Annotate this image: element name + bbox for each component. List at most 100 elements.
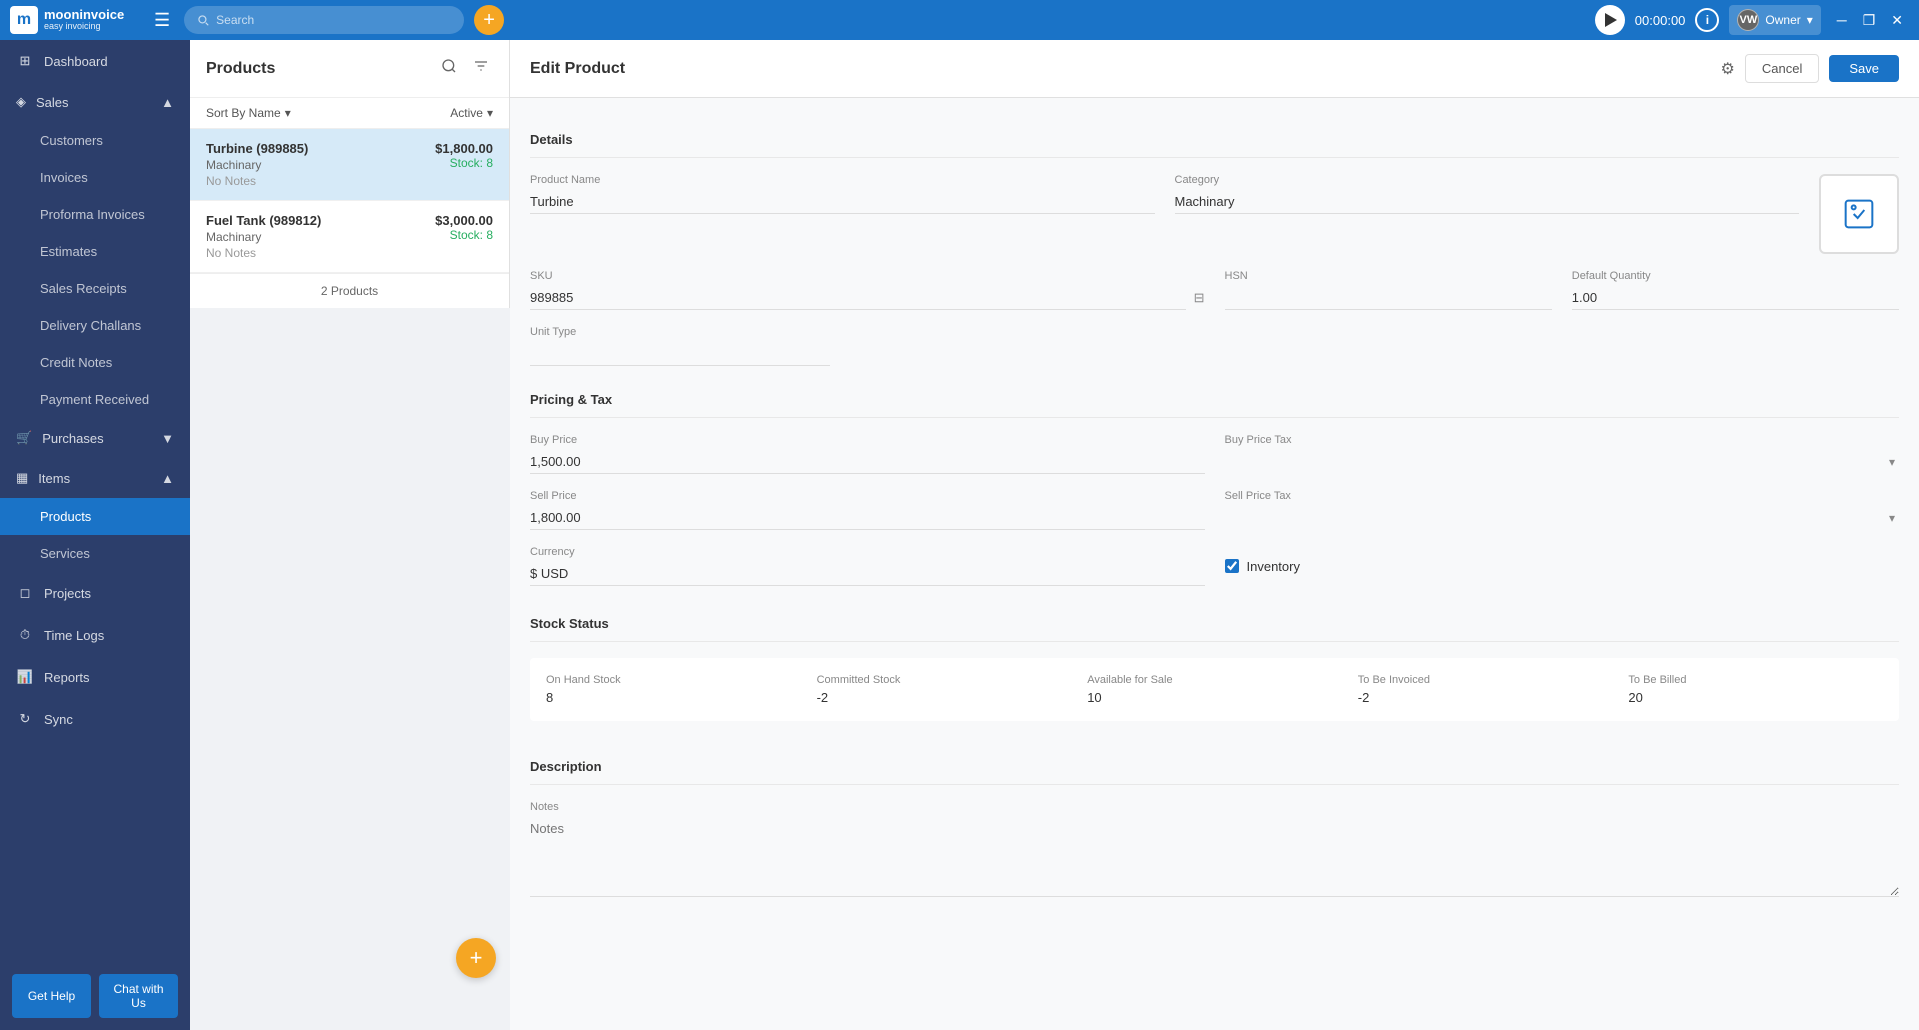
inventory-checkbox-row: Inventory bbox=[1225, 551, 1900, 582]
close-button[interactable]: ✕ bbox=[1885, 10, 1909, 31]
sidebar-label-dashboard: Dashboard bbox=[44, 54, 174, 69]
sales-icon: ◈ bbox=[16, 94, 26, 110]
active-filter-button[interactable]: Active ▾ bbox=[450, 106, 493, 120]
sidebar-item-credit-notes[interactable]: Credit Notes bbox=[0, 344, 190, 381]
filter-chevron-icon: ▾ bbox=[487, 106, 493, 120]
sidebar-label-delivery-challans: Delivery Challans bbox=[40, 318, 141, 333]
products-title: Products bbox=[206, 60, 275, 78]
notes-textarea[interactable] bbox=[530, 817, 1899, 897]
cancel-button[interactable]: Cancel bbox=[1745, 54, 1819, 83]
sort-button[interactable]: Sort By Name ▾ bbox=[206, 106, 291, 120]
buy-price-input[interactable] bbox=[530, 450, 1205, 474]
get-help-button[interactable]: Get Help bbox=[12, 974, 91, 1018]
barcode-icon[interactable]: ⊟ bbox=[1194, 290, 1205, 306]
minimize-button[interactable]: ─ bbox=[1831, 10, 1853, 30]
sidebar-item-customers[interactable]: Customers bbox=[0, 122, 190, 159]
sidebar-item-dashboard[interactable]: ⊞ Dashboard bbox=[0, 40, 190, 82]
window-controls: ─ ❐ ✕ bbox=[1831, 10, 1909, 31]
available-label: Available for Sale bbox=[1087, 674, 1342, 686]
sell-price-row: Sell Price Sell Price Tax bbox=[530, 490, 1899, 530]
sidebar-section-items[interactable]: ▦ Items ▲ bbox=[0, 458, 190, 498]
app-name: mooninvoice bbox=[44, 8, 124, 22]
sidebar-label-reports: Reports bbox=[44, 670, 174, 685]
product-name-fuel-tank: Fuel Tank (989812) bbox=[206, 213, 321, 228]
sidebar-label-sync: Sync bbox=[44, 712, 174, 727]
to-be-billed-value: 20 bbox=[1628, 690, 1883, 705]
currency-input[interactable] bbox=[530, 562, 1205, 586]
time-logs-icon: ⏱ bbox=[16, 626, 34, 644]
sidebar-item-delivery-challans[interactable]: Delivery Challans bbox=[0, 307, 190, 344]
category-input[interactable] bbox=[1175, 190, 1800, 214]
sidebar-label-credit-notes: Credit Notes bbox=[40, 355, 112, 370]
sidebar-item-estimates[interactable]: Estimates bbox=[0, 233, 190, 270]
sku-input[interactable] bbox=[530, 286, 1186, 310]
hamburger-button[interactable]: ☰ bbox=[150, 6, 174, 35]
product-name-input[interactable] bbox=[530, 190, 1155, 214]
hsn-input[interactable] bbox=[1225, 286, 1552, 310]
sidebar-section-purchases[interactable]: 🛒 Purchases ▼ bbox=[0, 418, 190, 458]
on-hand-label: On Hand Stock bbox=[546, 674, 801, 686]
app-tagline: easy invoicing bbox=[44, 22, 124, 32]
edit-header: Edit Product ⚙ Cancel Save bbox=[510, 40, 1919, 98]
sidebar-item-time-logs[interactable]: ⏱ Time Logs bbox=[0, 614, 190, 656]
products-count: 2 Products bbox=[321, 284, 378, 298]
default-qty-label: Default Quantity bbox=[1572, 270, 1899, 282]
product-category-turbine: Machinary bbox=[206, 158, 261, 172]
sidebar-item-proforma[interactable]: Proforma Invoices bbox=[0, 196, 190, 233]
product-price-fuel-tank: $3,000.00 bbox=[435, 213, 493, 228]
owner-avatar: VW bbox=[1737, 9, 1759, 31]
product-stock-fuel-tank: Stock: 8 bbox=[450, 228, 493, 244]
sidebar-item-payment-received[interactable]: Payment Received bbox=[0, 381, 190, 418]
product-notes-turbine: No Notes bbox=[206, 174, 493, 188]
committed-label: Committed Stock bbox=[817, 674, 1072, 686]
search-products-button[interactable] bbox=[437, 54, 461, 83]
owner-button[interactable]: VW Owner ▾ bbox=[1729, 5, 1820, 35]
image-icon bbox=[1843, 198, 1875, 230]
timer-display: 00:00:00 bbox=[1635, 13, 1686, 28]
inventory-checkbox[interactable] bbox=[1225, 559, 1239, 573]
play-button[interactable] bbox=[1595, 5, 1625, 35]
unit-type-input[interactable] bbox=[530, 342, 830, 366]
sidebar-label-payment-received: Payment Received bbox=[40, 392, 149, 407]
sidebar-item-reports[interactable]: 📊 Reports bbox=[0, 656, 190, 698]
product-item-fuel-tank[interactable]: Fuel Tank (989812) $3,000.00 Machinary S… bbox=[190, 201, 509, 273]
products-header: Products bbox=[190, 40, 509, 98]
buy-price-label: Buy Price bbox=[530, 434, 1205, 446]
sidebar-section-sales[interactable]: ◈ Sales ▲ bbox=[0, 82, 190, 122]
sidebar-item-sync[interactable]: ↻ Sync bbox=[0, 698, 190, 740]
on-hand-value: 8 bbox=[546, 690, 801, 705]
sidebar-item-invoices[interactable]: Invoices bbox=[0, 159, 190, 196]
purchases-icon: 🛒 bbox=[16, 430, 32, 446]
product-item-turbine[interactable]: Turbine (989885) $1,800.00 Machinary Sto… bbox=[190, 129, 509, 201]
chat-button[interactable]: Chat with Us bbox=[99, 974, 178, 1018]
sidebar-label-estimates: Estimates bbox=[40, 244, 97, 259]
filter-products-button[interactable] bbox=[469, 54, 493, 83]
global-add-button[interactable]: + bbox=[474, 5, 504, 35]
add-product-fab-button[interactable]: + bbox=[456, 938, 496, 978]
sidebar-item-services[interactable]: Services bbox=[0, 535, 190, 572]
search-input[interactable] bbox=[216, 13, 436, 27]
committed-value: -2 bbox=[817, 690, 1072, 705]
reports-icon: 📊 bbox=[16, 668, 34, 686]
default-qty-input[interactable] bbox=[1572, 286, 1899, 310]
edit-content: Details Product Name Category bbox=[510, 98, 1919, 920]
sidebar-item-sales-receipts[interactable]: Sales Receipts bbox=[0, 270, 190, 307]
default-qty-field: Default Quantity bbox=[1572, 270, 1899, 310]
sidebar-label-items: Items bbox=[38, 471, 70, 486]
sidebar-label-sales-receipts: Sales Receipts bbox=[40, 281, 127, 296]
sell-price-input[interactable] bbox=[530, 506, 1205, 530]
sku-label: SKU bbox=[530, 270, 1205, 282]
inventory-label[interactable]: Inventory bbox=[1247, 559, 1300, 574]
buy-price-row: Buy Price Buy Price Tax bbox=[530, 434, 1899, 474]
stock-grid: On Hand Stock 8 Committed Stock -2 Avail… bbox=[530, 658, 1899, 721]
sort-chevron-icon: ▾ bbox=[285, 106, 291, 120]
save-button[interactable]: Save bbox=[1829, 55, 1899, 82]
sell-price-tax-field: Sell Price Tax bbox=[1225, 490, 1900, 530]
sidebar-item-products[interactable]: Products bbox=[0, 498, 190, 535]
product-image-placeholder[interactable] bbox=[1819, 174, 1899, 254]
restore-button[interactable]: ❐ bbox=[1857, 10, 1882, 31]
edit-header-actions: ⚙ Cancel Save bbox=[1721, 54, 1899, 83]
sidebar-item-projects[interactable]: ◻ Projects bbox=[0, 572, 190, 614]
info-button[interactable]: i bbox=[1695, 8, 1719, 32]
settings-button[interactable]: ⚙ bbox=[1721, 59, 1735, 79]
